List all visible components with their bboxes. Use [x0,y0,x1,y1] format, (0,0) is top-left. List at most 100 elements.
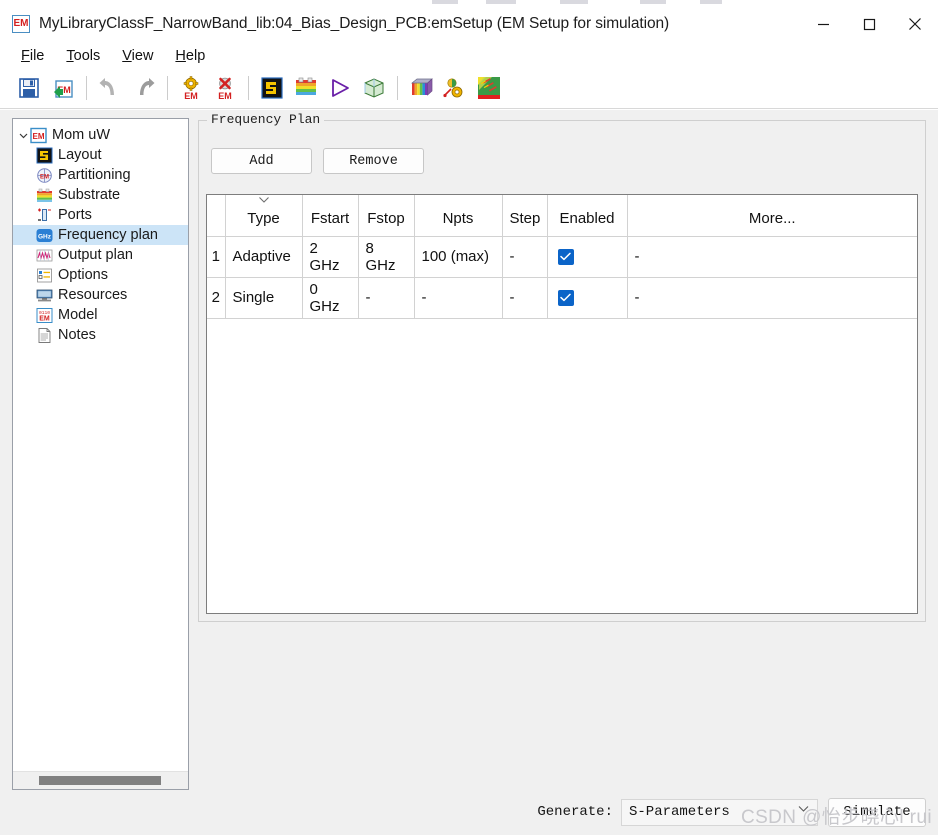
sidebar-tree-panel: EM Mom uW Layout EM Partitioning Substra… [12,118,189,790]
sidebar-item-label: Output plan [58,246,133,263]
cell-fstop[interactable]: 8 GHz [358,236,415,278]
em-delete-icon[interactable]: EM [208,71,242,105]
model-icon: 0110 EM [36,307,53,324]
frequency-plan-group: Frequency Plan Add Remove Type Fstart Fs… [198,112,926,622]
sidebar-item-partitioning[interactable]: EM Partitioning [13,165,188,185]
sidebar-item-label: Partitioning [58,166,131,183]
sidebar-item-label: Options [58,266,108,283]
cell-more[interactable]: - [627,236,917,278]
sidebar-horizontal-scrollbar[interactable] [13,771,188,789]
cell-enabled[interactable] [547,236,628,278]
frequency-icon: GHz [36,227,53,244]
cell-step[interactable]: - [502,277,548,319]
cell-npts[interactable]: - [414,277,503,319]
remove-button[interactable]: Remove [323,148,424,174]
cell-fstop[interactable]: - [358,277,415,319]
partitioning-icon: EM [36,167,53,184]
sidebar-item-model[interactable]: 0110 EM Model [13,305,188,325]
undo-icon[interactable] [93,71,127,105]
add-button[interactable]: Add [211,148,312,174]
sidebar-item-resources[interactable]: Resources [13,285,188,305]
enabled-checkbox[interactable] [557,248,574,265]
minimize-icon[interactable] [800,5,846,43]
cell-fstart[interactable]: 2 GHz [302,236,359,278]
header-fstop[interactable]: Fstop [358,195,415,237]
em-icon: EM [30,127,47,144]
maximize-icon[interactable] [846,5,892,43]
svg-text:EM: EM [218,91,232,101]
header-more[interactable]: More... [627,195,917,237]
sidebar-item-ports[interactable]: Ports [13,205,188,225]
scrollbar-thumb[interactable] [39,776,161,785]
cell-fstart[interactable]: 0 GHz [302,277,359,319]
header-label: Type [247,209,280,227]
svg-text:EM: EM [39,315,50,322]
em-optimize-icon[interactable] [438,71,472,105]
tree-item-mom-uw[interactable]: EM Mom uW [13,125,188,145]
header-step[interactable]: Step [502,195,548,237]
sidebar-item-label: Notes [58,326,96,343]
table-header-row: Type Fstart Fstop Npts Step Enabled More… [207,195,917,237]
enabled-checkbox[interactable] [557,289,574,306]
header-fstart[interactable]: Fstart [302,195,359,237]
chevron-down-icon[interactable] [798,805,809,816]
cell-type[interactable]: Single [225,277,303,319]
header-rownum [207,195,226,237]
menu-tools[interactable]: Tools [55,48,111,64]
em-cosim-icon[interactable] [357,71,391,105]
ports-icon [36,207,53,224]
window-controls [800,5,938,43]
cell-npts[interactable]: 100 (max) [414,236,503,278]
sidebar-item-label: Substrate [58,186,121,203]
layout-icon[interactable] [255,71,289,105]
header-enabled[interactable]: Enabled [547,195,628,237]
cell-type[interactable]: Adaptive [225,236,303,278]
svg-text:EM: EM [184,91,198,101]
header-type[interactable]: Type [225,195,303,237]
toolbar-separator [86,76,87,100]
cell-enabled[interactable] [547,277,628,319]
table-row[interactable]: 2 Single 0 GHz - - - - [207,277,917,319]
generate-label: Generate: [537,804,613,820]
sidebar-item-substrate[interactable]: Substrate [13,185,188,205]
menu-help[interactable]: Help [164,48,216,64]
substrate-icon [36,187,53,204]
svg-text:GHz: GHz [38,233,52,240]
sidebar-item-notes[interactable]: Notes [13,325,188,345]
sidebar-item-label: Model [58,306,98,323]
simulate-button[interactable]: Simulate [828,797,926,827]
tree-item-label: Mom uW [52,126,110,143]
save-icon[interactable] [12,71,46,105]
visualization-icon[interactable] [404,71,438,105]
app-icon: EM [12,15,30,33]
redo-icon[interactable] [127,71,161,105]
simulate-play-icon[interactable] [323,71,357,105]
table-row[interactable]: 1 Adaptive 2 GHz 8 GHz 100 (max) - - [207,236,917,278]
svg-text:EM: EM [40,174,49,180]
toolbar-separator [167,76,168,100]
row-number: 2 [207,277,226,319]
client-area: EM Mom uW Layout EM Partitioning Substra… [0,110,938,835]
close-icon[interactable] [892,5,938,43]
frequency-plan-actions: Add Remove [211,148,424,174]
sidebar-item-frequency-plan[interactable]: GHz Frequency plan [13,225,188,245]
substrate-icon[interactable] [289,71,323,105]
title-bar: EM MyLibraryClassF_NarrowBand_lib:04_Bia… [0,5,938,43]
sidebar-item-output-plan[interactable]: Output plan [13,245,188,265]
cell-step[interactable]: - [502,236,548,278]
sidebar-item-options[interactable]: Options [13,265,188,285]
footer-bar: Generate: S-Parameters Simulate [0,789,938,835]
generate-select[interactable]: S-Parameters [621,798,818,826]
header-npts[interactable]: Npts [414,195,503,237]
menu-view[interactable]: View [111,48,164,64]
em-settings-icon[interactable]: EM [174,71,208,105]
menu-bar: File Tools View Help [0,43,938,68]
cell-more[interactable]: - [627,277,917,319]
em-model-icon[interactable] [472,71,506,105]
sidebar-item-layout[interactable]: Layout [13,145,188,165]
setup-tree: EM Mom uW Layout EM Partitioning Substra… [13,119,188,345]
save-em-setup-icon[interactable]: EM [46,71,80,105]
expand-collapse-chevron-icon[interactable] [17,131,30,140]
menu-file[interactable]: File [10,48,55,64]
sidebar-item-label: Frequency plan [58,226,158,243]
